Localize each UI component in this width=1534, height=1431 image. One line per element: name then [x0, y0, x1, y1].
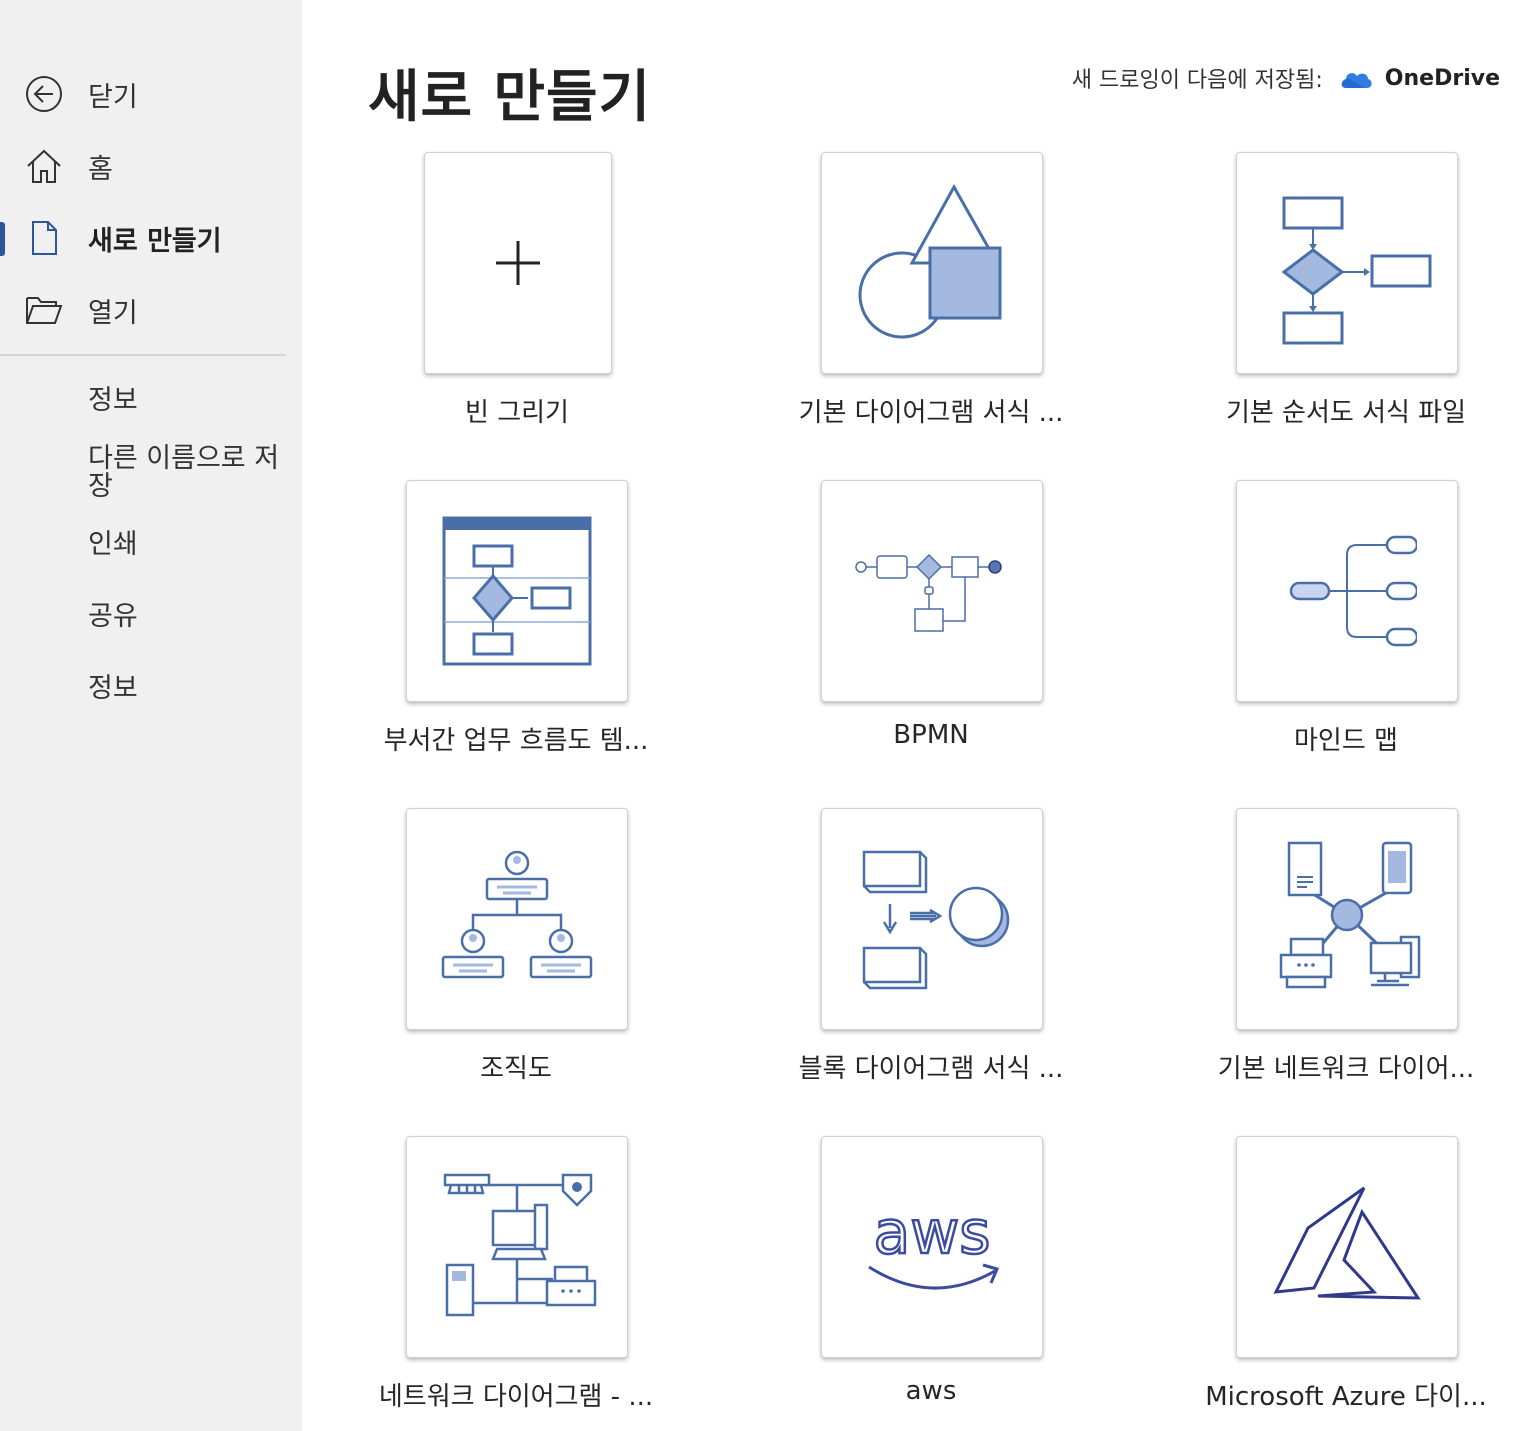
svg-text:aws: aws	[873, 1198, 990, 1268]
new-label: 새로 만들기	[88, 225, 222, 257]
back-label: 닫기	[88, 81, 138, 113]
folder-open-icon	[22, 288, 66, 332]
template-label: 기본 순서도 서식 파일	[1225, 398, 1467, 428]
sidebar-item-about[interactable]: 정보	[88, 675, 288, 703]
onedrive-cloud-icon	[1341, 73, 1372, 88]
backstage-sidebar: 닫기 홈 새로 만들기 열기 정보 다른 이름으로 저장 인쇄 공유 정보	[0, 0, 302, 1431]
new-document-icon	[22, 216, 66, 260]
onedrive-link[interactable]: OneDrive	[1385, 66, 1500, 91]
template-label: BPMN	[893, 720, 969, 750]
template-label: Microsoft Azure 다이...	[1205, 1382, 1487, 1412]
page-title: 새로 만들기	[368, 65, 652, 130]
template-label: 마인드 맵	[1294, 726, 1398, 756]
back-button[interactable]: 닫기	[0, 64, 302, 124]
template-thumbnail	[1236, 480, 1458, 702]
network-diagram-icon	[443, 1173, 597, 1317]
template-label: 빈 그리기	[465, 398, 569, 428]
template-label: 조직도	[480, 1054, 552, 1084]
template-label: 블록 다이어그램 서식 ...	[798, 1054, 1064, 1084]
plus-icon	[496, 241, 540, 285]
template-label: 부서간 업무 흐름도 템...	[383, 726, 649, 756]
template-thumbnail	[1236, 1136, 1458, 1358]
azure-logo-icon	[1273, 1186, 1421, 1300]
template-label: 기본 다이어그램 서식 ...	[798, 398, 1064, 428]
sidebar-divider	[0, 354, 286, 356]
home-icon	[22, 144, 66, 188]
template-thumbnail	[1236, 152, 1458, 374]
template-thumbnail	[821, 152, 1043, 374]
basic-network-icon	[1279, 841, 1421, 989]
template-thumbnail	[424, 152, 612, 374]
template-thumbnail: aws	[821, 1136, 1043, 1358]
flowchart-icon	[1281, 196, 1432, 345]
aws-logo-icon: aws	[868, 1197, 1000, 1290]
template-thumbnail	[1236, 808, 1458, 1030]
template-thumbnail	[406, 808, 628, 1030]
save-location-text: 새 드로잉이 다음에 저장됨:	[1071, 68, 1323, 93]
open-label: 열기	[88, 297, 138, 329]
nav-open[interactable]: 열기	[0, 280, 302, 340]
sidebar-item-save-as[interactable]: 다른 이름으로 저장	[88, 445, 288, 501]
bpmn-icon	[855, 553, 1002, 632]
sidebar-item-share[interactable]: 공유	[88, 603, 288, 631]
sidebar-item-print[interactable]: 인쇄	[88, 531, 288, 559]
block-diagram-icon	[862, 850, 1010, 990]
template-label: aws	[905, 1376, 957, 1406]
template-thumbnail	[406, 480, 628, 702]
back-arrow-icon	[22, 72, 66, 116]
sidebar-item-info[interactable]: 정보	[88, 387, 288, 415]
template-thumbnail	[821, 808, 1043, 1030]
template-thumbnail	[406, 1136, 628, 1358]
template-label: 네트워크 다이어그램 - ...	[378, 1382, 654, 1412]
template-thumbnail	[821, 480, 1043, 702]
nav-new[interactable]: 새로 만들기	[0, 208, 302, 268]
nav-home[interactable]: 홈	[0, 136, 302, 196]
home-label: 홈	[88, 153, 113, 185]
basic-shapes-icon	[858, 183, 1002, 339]
org-chart-icon	[441, 850, 593, 979]
template-label: 기본 네트워크 다이어...	[1217, 1054, 1475, 1084]
mind-map-icon	[1289, 535, 1417, 647]
swimlane-icon	[442, 516, 592, 666]
save-location: 새 드로잉이 다음에 저장됨: OneDrive	[1072, 62, 1500, 94]
